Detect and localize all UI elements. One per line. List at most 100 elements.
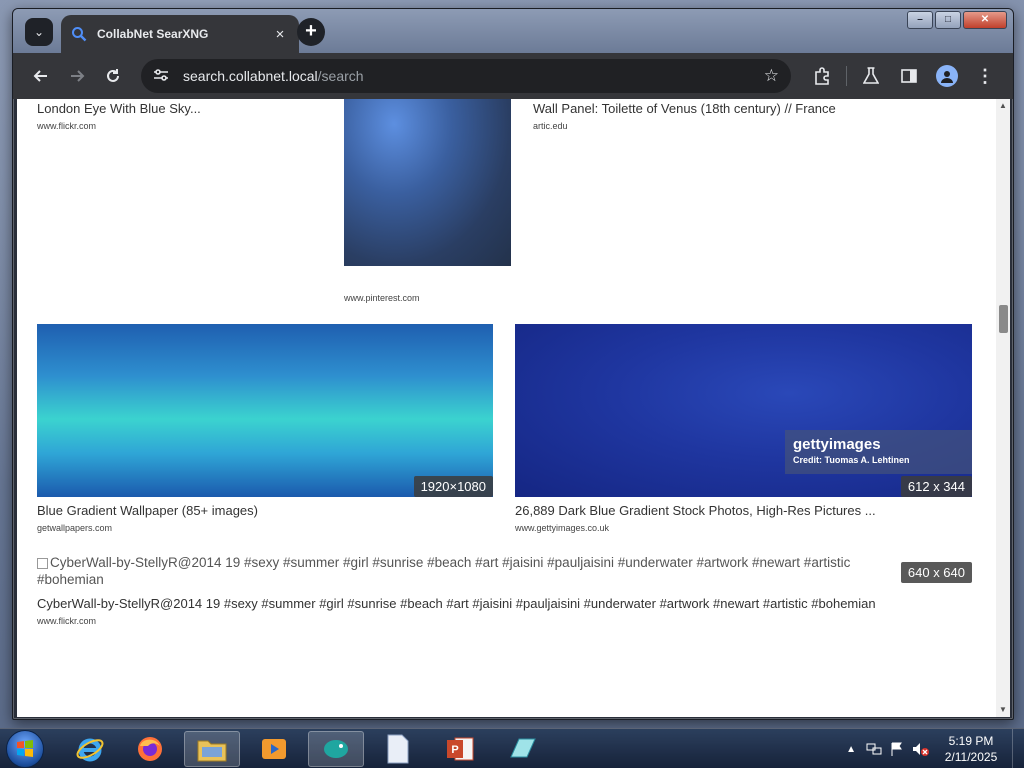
new-tab-button[interactable]: +: [297, 18, 325, 46]
arrow-left-icon: [33, 70, 47, 82]
result-thumbnail[interactable]: [344, 99, 511, 266]
labs-button[interactable]: [853, 58, 889, 94]
result-thumbnail[interactable]: 1920×1080: [37, 324, 493, 497]
toolbar-right: ⋮: [804, 58, 1003, 94]
show-desktop-button[interactable]: [1012, 729, 1024, 768]
result-title[interactable]: Blue Gradient Wallpaper (85+ images): [37, 503, 493, 518]
flask-icon: [863, 67, 879, 84]
result-host: www.flickr.com: [37, 121, 97, 131]
taskbar-app-chrome[interactable]: [308, 731, 364, 767]
browser-window: ⌄ CollabNet SearXNG × + – □ ✕ search.col…: [12, 8, 1014, 720]
taskbar-app-note[interactable]: [494, 731, 550, 767]
result-host: www.gettyimages.co.uk: [515, 523, 610, 533]
window-controls: – □ ✕: [907, 11, 1007, 29]
searxng-icon: [72, 27, 87, 42]
firefox-icon: [138, 737, 162, 761]
result-card-getwallpapers[interactable]: 1920×1080 Blue Gradient Wallpaper (85+ i…: [37, 324, 493, 533]
profile-button[interactable]: [929, 58, 965, 94]
extensions-button[interactable]: [804, 58, 840, 94]
side-panel-icon: [901, 69, 917, 83]
clock-time: 5:19 PM: [948, 734, 994, 748]
volume-muted-icon[interactable]: [912, 742, 930, 756]
result-title[interactable]: Wall Panel: Toilette of Venus (18th cent…: [533, 101, 983, 116]
arrow-right-icon: [71, 70, 85, 82]
address-bar[interactable]: search.collabnet.local/search ☆: [141, 59, 791, 93]
result-host: artic.edu: [533, 121, 568, 131]
scrollbar-thumb[interactable]: [999, 305, 1008, 333]
result-host: www.flickr.com: [37, 616, 97, 626]
close-tab-icon[interactable]: ×: [271, 26, 289, 43]
browser-toolbar: search.collabnet.local/search ☆ ⋮: [13, 53, 1013, 99]
taskbar-app-media[interactable]: [246, 731, 302, 767]
windows-logo-icon: [17, 740, 33, 757]
result-host: www.pinterest.com: [344, 293, 420, 303]
result-thumbnail[interactable]: gettyimages Credit: Tuomas A. Lehtinen 6…: [515, 324, 972, 497]
start-button[interactable]: [6, 730, 44, 768]
clock-date: 2/11/2025: [944, 750, 998, 764]
tab-title: CollabNet SearXNG: [97, 27, 209, 41]
result-card-gettyimages[interactable]: gettyimages Credit: Tuomas A. Lehtinen 6…: [515, 324, 972, 533]
result-card-london-eye[interactable]: London Eye With Blue Sky... www.flickr.c…: [37, 99, 317, 131]
broken-image[interactable]: CyberWall-by-StellyR@2014 19 #sexy #summ…: [37, 554, 972, 588]
avatar: [936, 65, 958, 87]
show-hidden-icons-icon[interactable]: ▲: [846, 744, 856, 755]
taskbar-app-file-explorer[interactable]: [184, 731, 240, 767]
result-host: getwallpapers.com: [37, 523, 113, 533]
document-icon: [387, 734, 409, 764]
side-panel-button[interactable]: [891, 58, 927, 94]
menu-button[interactable]: ⋮: [967, 58, 1003, 94]
more-vert-icon: ⋮: [976, 65, 994, 86]
site-settings-icon[interactable]: [153, 68, 171, 85]
taskbar-app-powerpoint[interactable]: P: [432, 731, 488, 767]
close-window-button[interactable]: ✕: [963, 11, 1007, 29]
internet-explorer-icon: [76, 738, 104, 762]
result-title[interactable]: London Eye With Blue Sky...: [37, 101, 317, 116]
svg-text:P: P: [451, 744, 458, 756]
result-card-cyberwall[interactable]: CyberWall-by-StellyR@2014 19 #sexy #summ…: [37, 554, 972, 626]
scroll-up-icon[interactable]: ▲: [996, 99, 1010, 113]
maximize-button[interactable]: □: [935, 11, 961, 29]
taskbar-app-notepad[interactable]: [370, 731, 426, 767]
chevron-down-icon: ⌄: [33, 25, 45, 39]
watermark-brand: gettyimages: [793, 436, 881, 453]
result-card-pinterest[interactable]: www.pinterest.com: [344, 99, 511, 303]
scroll-down-icon[interactable]: ▼: [996, 703, 1010, 717]
watermark-credit: Credit: Tuomas A. Lehtinen: [793, 455, 910, 465]
result-title[interactable]: 26,889 Dark Blue Gradient Stock Photos, …: [515, 503, 972, 518]
action-center-flag-icon[interactable]: [890, 742, 904, 756]
image-alt-text: CyberWall-by-StellyR@2014 19 #sexy #summ…: [37, 555, 851, 587]
url-path: /search: [317, 68, 364, 84]
tab-strip: ⌄ CollabNet SearXNG × + – □ ✕: [13, 9, 1013, 53]
tab-search-button[interactable]: ⌄: [25, 18, 53, 46]
notes-icon: [510, 738, 536, 758]
url-host: search.collabnet.local: [183, 68, 318, 84]
clock[interactable]: 5:19 PM 2/11/2025: [940, 733, 1002, 765]
reload-button[interactable]: [95, 58, 131, 94]
media-player-icon: [262, 739, 286, 759]
bookmark-star-icon[interactable]: ☆: [764, 66, 779, 86]
image-size-badge: 1920×1080: [413, 476, 493, 497]
toolbar-divider: [846, 66, 847, 86]
watermark: gettyimages Credit: Tuomas A. Lehtinen: [785, 430, 972, 474]
back-button[interactable]: [23, 58, 59, 94]
image-size-badge: 612 x 344: [900, 476, 972, 497]
page-content: London Eye With Blue Sky... www.flickr.c…: [17, 99, 1010, 717]
reload-icon: [107, 69, 119, 82]
fish-app-icon: [324, 740, 348, 758]
taskbar: P ▲ 5:19 PM 2/11/2025: [0, 728, 1024, 768]
tab-active[interactable]: CollabNet SearXNG ×: [61, 15, 299, 53]
page-scrollbar[interactable]: ▲ ▼: [996, 99, 1010, 717]
image-size-badge: 640 x 640: [900, 562, 972, 583]
forward-button[interactable]: [59, 58, 95, 94]
result-title[interactable]: CyberWall-by-StellyR@2014 19 #sexy #summ…: [37, 596, 972, 611]
minimize-button[interactable]: –: [907, 11, 933, 29]
system-tray: ▲ 5:19 PM 2/11/2025: [846, 729, 1024, 768]
powerpoint-icon: P: [447, 737, 474, 761]
puzzle-icon: [815, 67, 829, 85]
taskbar-app-ie[interactable]: [62, 731, 118, 767]
result-card-artic[interactable]: ) Wall Panel: Toilette of Venus (18th ce…: [533, 99, 983, 131]
taskbar-app-firefox[interactable]: [122, 731, 178, 767]
folder-icon: [197, 740, 227, 762]
url-text: search.collabnet.local/search: [183, 68, 764, 84]
network-icon[interactable]: [866, 742, 882, 756]
